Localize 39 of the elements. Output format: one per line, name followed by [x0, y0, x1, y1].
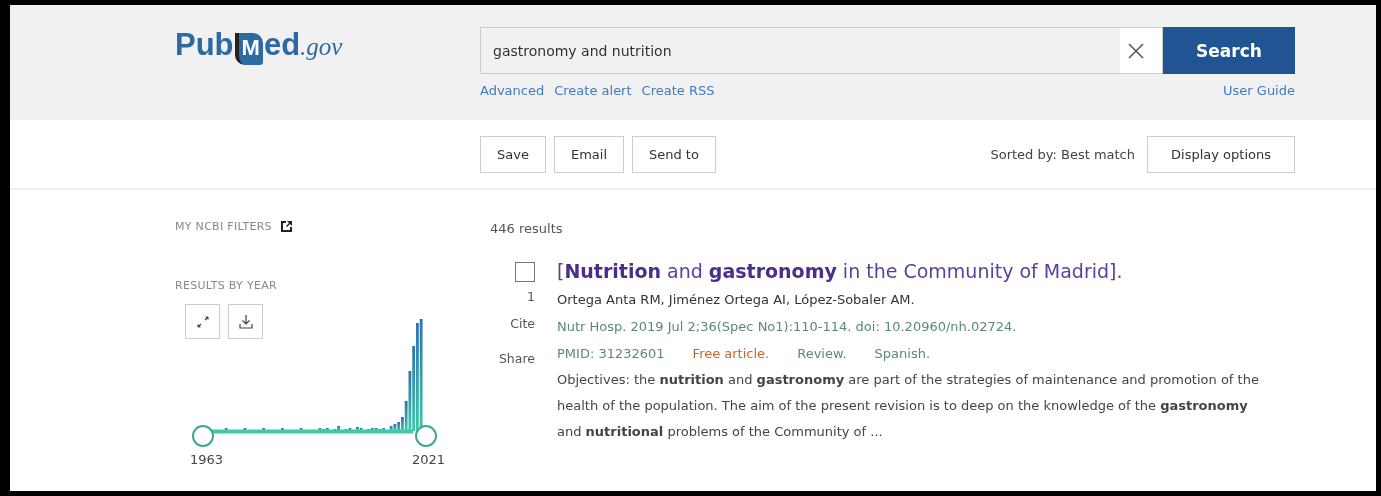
action-button[interactable]: Email: [553, 135, 624, 173]
display-options-button[interactable]: Display options: [1147, 135, 1295, 173]
results-count: 446 results: [490, 221, 564, 236]
pubmed-logo[interactable]: Pub M ed.gov: [175, 27, 480, 71]
article-type: Review.: [797, 345, 847, 363]
result-number: 1: [527, 289, 535, 304]
search-link[interactable]: Create RSS: [641, 83, 715, 98]
filters-heading[interactable]: MY NCBI FILTERS: [175, 220, 272, 233]
histogram-bar: [262, 428, 266, 431]
range-handle[interactable]: [192, 425, 214, 447]
free-article-label: Free article.: [692, 345, 770, 363]
external-link-icon[interactable]: [279, 220, 293, 233]
sort-label[interactable]: Sorted by: Best match: [990, 146, 1135, 162]
expand-icon[interactable]: [195, 314, 210, 329]
article-language: Spanish.: [874, 345, 931, 363]
article-authors: Ortega Anta RM, Jiménez Ortega AI, López-Sobaler AM.: [557, 291, 916, 309]
cite-link[interactable]: Cite: [510, 316, 535, 331]
histogram-bar: [299, 428, 303, 431]
year-label: 2021: [411, 452, 445, 467]
download-button[interactable]: [228, 304, 263, 339]
download-icon[interactable]: [237, 313, 254, 330]
select-checkbox[interactable]: [515, 262, 535, 282]
section-heading: RESULTS BY YEAR: [175, 279, 278, 292]
histogram-bar: [243, 428, 247, 431]
article-title[interactable]: [Nutrition and gastronomy in the Community of Madrid].: [557, 256, 1272, 286]
search-button[interactable]: Search: [1163, 27, 1295, 74]
user-guide-link[interactable]: User Guide: [1223, 83, 1295, 98]
action-button[interactable]: Send to: [632, 135, 716, 173]
action-button[interactable]: Save: [480, 135, 546, 173]
histogram-bar: [224, 428, 228, 431]
article-snippet: Objectives: the nutrition and gastronomy are part of the strategies of maintenance and promotion of the health of the population. The aim of the present revision is to deep on the knowledge of the gastronomy and nutritional problems of the Community of ...: [557, 371, 1260, 441]
range-handle[interactable]: [415, 425, 437, 447]
search-link[interactable]: Advanced: [480, 83, 545, 98]
share-link[interactable]: Share: [498, 351, 535, 366]
pmid-label: PMID: 31232601: [557, 345, 665, 363]
year-label: 1963: [190, 452, 224, 467]
histogram-bar: [281, 428, 284, 431]
search-link[interactable]: Create alert: [554, 83, 632, 98]
article-citation: Nutr Hosp. 2019 Jul 2;36(Spec No1):110-114. doi: 10.20960/nh.02724.: [557, 318, 1018, 336]
